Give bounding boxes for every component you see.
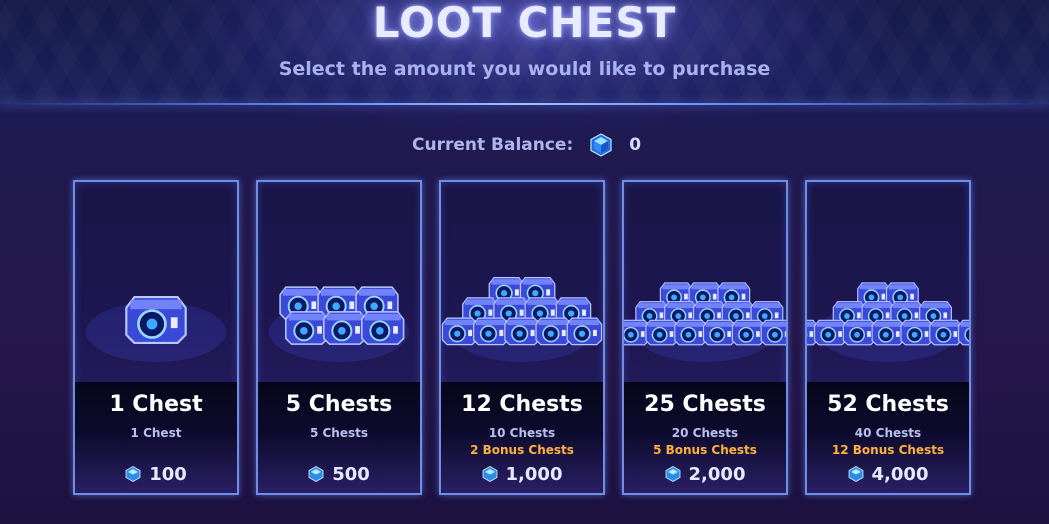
chest-art — [75, 182, 237, 382]
page-title: LOOT CHEST — [372, 0, 677, 47]
gem-icon — [665, 466, 680, 482]
chest-icon — [125, 295, 187, 345]
offer-card-25[interactable]: 25 Chests 20 Chests 5 Bonus Chests 2,000 — [622, 180, 788, 495]
chest-icon — [473, 317, 509, 346]
chest-icon — [702, 319, 736, 346]
offer-info: 1 Chest 1 Chest 100 — [75, 382, 237, 493]
chest-icon — [674, 319, 708, 346]
offer-bonus: 12 Bonus Chests — [831, 443, 945, 457]
offer-bonus: 2 Bonus Chests — [470, 443, 574, 457]
offer-title: 12 Chests — [461, 392, 583, 417]
offer-card-52[interactable]: 52 Chests 40 Chests 12 Bonus Chests 4,00… — [805, 180, 971, 495]
chest-art — [624, 182, 786, 382]
gem-icon — [308, 466, 324, 482]
chest-icon — [731, 319, 765, 346]
offer-base-count: 1 Chest — [130, 426, 182, 440]
offer-card-12[interactable]: 12 Chests 10 Chests 2 Bonus Chests 1,000 — [439, 180, 605, 495]
gem-icon — [125, 466, 141, 482]
chest-icon — [842, 319, 876, 346]
offer-base-count: 40 Chests — [854, 426, 922, 440]
chest-icon — [285, 311, 329, 345]
offer-title: 25 Chests — [644, 392, 766, 417]
gem-icon — [848, 466, 863, 482]
offer-base-count: 10 Chests — [488, 426, 556, 440]
chest-icon — [441, 317, 478, 346]
chest-icon — [813, 319, 847, 346]
chest-art — [441, 182, 603, 382]
chest-icon — [929, 319, 963, 346]
chest-icon — [504, 317, 540, 346]
chest-icon — [361, 311, 405, 345]
chest-icon — [760, 319, 786, 346]
chest-icon — [323, 311, 367, 345]
offer-info: 52 Chests 40 Chests 12 Bonus Chests 4,00… — [807, 382, 969, 493]
offer-title: 1 Chest — [109, 392, 203, 417]
offer-bonus: 5 Bonus Chests — [653, 443, 757, 457]
current-balance: Current Balance: 0 — [412, 132, 641, 158]
offer-title: 5 Chests — [285, 392, 393, 417]
offer-price: 100 — [75, 462, 237, 486]
chest-icon — [566, 317, 603, 346]
chest-icon — [624, 319, 650, 346]
chest-icon — [900, 319, 934, 346]
offer-card-5[interactable]: 5 Chests 5 Chests 500 — [256, 180, 422, 495]
balance-value: 0 — [629, 135, 642, 155]
chest-art — [258, 182, 420, 382]
offer-price: 4,000 — [807, 462, 969, 486]
chest-icon — [957, 319, 969, 346]
offer-info: 12 Chests 10 Chests 2 Bonus Chests 1,000 — [441, 382, 603, 493]
price-value: 100 — [149, 463, 187, 485]
chest-icon — [871, 319, 905, 346]
chest-art — [807, 182, 969, 382]
gem-icon — [482, 466, 497, 482]
chest-icon — [535, 317, 571, 346]
price-value: 1,000 — [505, 463, 563, 485]
offer-price: 2,000 — [624, 462, 786, 486]
offer-title: 52 Chests — [827, 392, 949, 417]
page-subtitle: Select the amount you would like to purc… — [278, 58, 771, 80]
offer-card-1[interactable]: 1 Chest 1 Chest 100 — [73, 180, 239, 495]
chest-icon — [645, 319, 679, 346]
header-divider — [0, 103, 1049, 105]
offer-info: 5 Chests 5 Chests 500 — [258, 382, 420, 493]
offer-base-count: 5 Chests — [309, 426, 369, 440]
price-value: 2,000 — [688, 463, 746, 485]
offer-price: 1,000 — [441, 462, 603, 486]
price-value: 4,000 — [871, 463, 929, 485]
price-value: 500 — [332, 463, 370, 485]
offer-price: 500 — [258, 462, 420, 486]
offer-info: 25 Chests 20 Chests 5 Bonus Chests 2,000 — [624, 382, 786, 493]
offer-base-count: 20 Chests — [671, 426, 739, 440]
balance-label: Current Balance: — [412, 135, 574, 155]
gem-icon — [590, 133, 612, 157]
